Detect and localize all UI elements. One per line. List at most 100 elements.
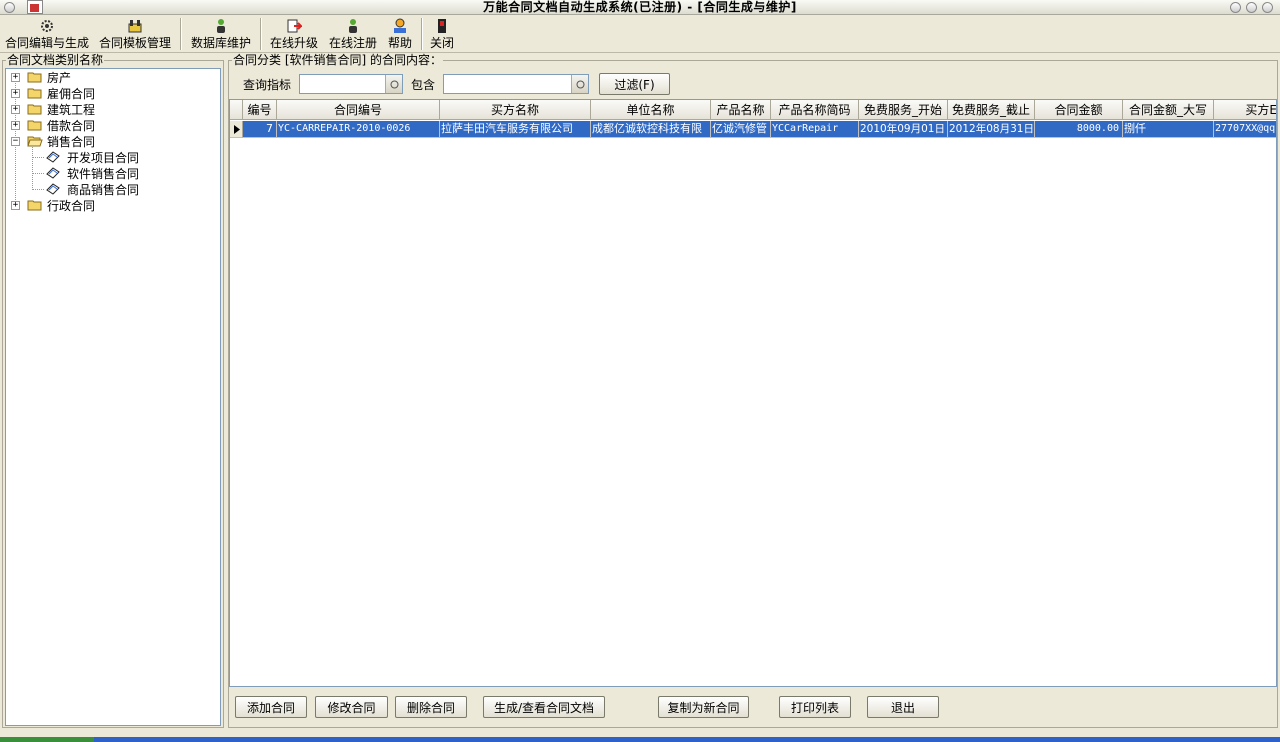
expand-icon[interactable]: + (11, 88, 20, 98)
tree-connector (32, 142, 33, 190)
add-contract-button[interactable]: 添加合同 (235, 696, 307, 718)
column-header[interactable]: 买方E (1214, 100, 1276, 120)
maximize-button[interactable] (1246, 2, 1257, 13)
table-cell[interactable]: 捌仟 (1123, 121, 1214, 138)
tree-connector (32, 157, 44, 158)
upgrade-icon (285, 17, 303, 35)
toolbar-template-button[interactable]: 合同模板管理 (97, 17, 173, 51)
column-header[interactable]: 合同金额 (1035, 100, 1123, 120)
table-cell[interactable]: 亿诚汽修管 (711, 121, 771, 138)
table-cell[interactable]: 27707XX@qq (1214, 121, 1276, 138)
tree-node-label: 雇佣合同 (47, 86, 96, 101)
toolbar-label: 关闭 (429, 36, 454, 50)
folder-icon (27, 87, 43, 99)
edit-contract-button[interactable]: 修改合同 (315, 696, 388, 718)
column-header[interactable]: 产品名称简码 (771, 100, 859, 120)
toolbar-label: 在线注册 (328, 36, 377, 50)
table-cell[interactable]: 7 (243, 121, 277, 138)
table-cell[interactable]: 拉萨丰田汽车服务有限公司 (440, 121, 591, 138)
folder-icon (27, 71, 43, 83)
tree-node-software-sales[interactable]: 软件销售合同 (45, 165, 139, 181)
tree-node-construction[interactable]: + 建筑工程 (11, 101, 95, 117)
dropdown-icon[interactable] (385, 75, 402, 93)
expand-icon[interactable]: + (11, 72, 20, 82)
tree-node-sales[interactable]: − 销售合同 (11, 133, 95, 149)
tree-connector (32, 173, 44, 174)
table-cell[interactable]: 成都亿诚软控科技有限 (591, 121, 711, 138)
open-folder-icon (27, 135, 43, 147)
tree-node-label: 开发项目合同 (67, 150, 140, 165)
toolbar: 合同编辑与生成 合同模板管理 数据库维护 在线升级 在线注册 帮助 关闭 (0, 15, 1280, 53)
table-cell[interactable]: 2010年09月01日 (859, 121, 948, 138)
dropdown-icon[interactable] (571, 75, 588, 93)
template-icon (126, 17, 144, 35)
toolbar-close-button[interactable]: 关闭 (428, 17, 456, 51)
register-icon (344, 17, 362, 35)
toolbar-contract-edit-button[interactable]: 合同编辑与生成 (4, 17, 90, 51)
table-row[interactable]: 7 YC-CARREPAIR-2010-0026 拉萨丰田汽车服务有限公司 成都… (230, 121, 1276, 138)
tree-node-dev-project[interactable]: 开发项目合同 (45, 149, 139, 165)
toolbar-upgrade-button[interactable]: 在线升级 (268, 17, 320, 51)
window-title: 万能合同文档自动生成系统(已注册) - [合同生成与维护] (483, 0, 797, 14)
query-field-label: 查询指标 (243, 78, 292, 92)
grid-header: 编号 合同编号 买方名称 单位名称 产品名称 产品名称简码 免费服务_开始 免费… (230, 100, 1276, 120)
toolbar-label: 合同模板管理 (98, 36, 171, 50)
delete-contract-button[interactable]: 删除合同 (395, 696, 467, 718)
tree-node-label: 房产 (47, 70, 72, 85)
close-window-button[interactable] (1262, 2, 1273, 13)
taskbar (0, 737, 1280, 742)
table-cell[interactable]: YC-CARREPAIR-2010-0026 (277, 121, 440, 138)
expand-icon[interactable]: + (11, 104, 20, 114)
document-icon (45, 182, 61, 196)
table-cell[interactable]: 2012年08月31日 (948, 121, 1035, 138)
folder-icon (27, 103, 43, 115)
tree-node-goods-sales[interactable]: 商品销售合同 (45, 181, 139, 197)
toolbar-register-button[interactable]: 在线注册 (327, 17, 379, 51)
column-header[interactable]: 免费服务_截止 (948, 100, 1035, 120)
toolbar-separator (180, 18, 181, 50)
contains-label: 包含 (411, 78, 436, 92)
toolbar-label: 数据库维护 (190, 36, 251, 50)
start-button[interactable] (0, 737, 94, 742)
column-header[interactable]: 编号 (243, 100, 277, 120)
tree-node-label: 行政合同 (47, 198, 96, 213)
generate-document-button[interactable]: 生成/查看合同文档 (483, 696, 605, 718)
title-bar: 万能合同文档自动生成系统(已注册) - [合同生成与维护] (0, 0, 1280, 15)
expand-icon[interactable]: + (11, 200, 20, 210)
tree-node-loan[interactable]: + 借款合同 (11, 117, 95, 133)
column-header[interactable]: 合同编号 (277, 100, 440, 120)
column-header[interactable]: 免费服务_开始 (859, 100, 948, 120)
contract-grid[interactable]: 编号 合同编号 买方名称 单位名称 产品名称 产品名称简码 免费服务_开始 免费… (229, 99, 1277, 687)
toolbar-separator (421, 18, 422, 50)
column-header[interactable]: 买方名称 (440, 100, 591, 120)
folder-icon (27, 119, 43, 131)
column-header[interactable]: 单位名称 (591, 100, 711, 120)
query-field-select[interactable] (299, 74, 403, 94)
expand-icon[interactable]: + (11, 120, 20, 130)
table-cell[interactable]: 8000.00 (1035, 121, 1123, 138)
contains-input[interactable] (443, 74, 589, 94)
exit-button[interactable]: 退出 (867, 696, 939, 718)
tree-node-house[interactable]: + 房产 (11, 69, 71, 85)
category-tree[interactable]: + 房产 + 雇佣合同 + 建筑工程 + 借款合同 − 销售合同 开发项目合同 (5, 68, 221, 726)
column-header[interactable]: 产品名称 (711, 100, 771, 120)
filter-button[interactable]: 过滤(F) (599, 73, 670, 95)
print-list-button[interactable]: 打印列表 (779, 696, 851, 718)
toolbar-label: 帮助 (387, 36, 412, 50)
toolbar-database-button[interactable]: 数据库维护 (188, 17, 254, 51)
help-icon (391, 17, 409, 35)
tree-node-employment[interactable]: + 雇佣合同 (11, 85, 95, 101)
collapse-icon[interactable]: − (11, 136, 20, 146)
tree-connector (32, 189, 44, 190)
content-legend: 合同分类 [软件销售合同] 的合同内容： (232, 53, 443, 67)
minimize-button[interactable] (1230, 2, 1241, 13)
row-pointer-icon[interactable] (230, 121, 243, 138)
table-cell[interactable]: YCCarRepair (771, 121, 859, 138)
copy-contract-button[interactable]: 复制为新合同 (658, 696, 749, 718)
tree-node-administrative[interactable]: + 行政合同 (11, 197, 95, 213)
column-header[interactable]: 合同金额_大写 (1123, 100, 1214, 120)
filter-bar: 查询指标 包含 过滤(F) (229, 69, 1277, 99)
document-icon (45, 166, 61, 180)
toolbar-help-button[interactable]: 帮助 (386, 17, 414, 51)
tree-node-label: 建筑工程 (47, 102, 96, 117)
